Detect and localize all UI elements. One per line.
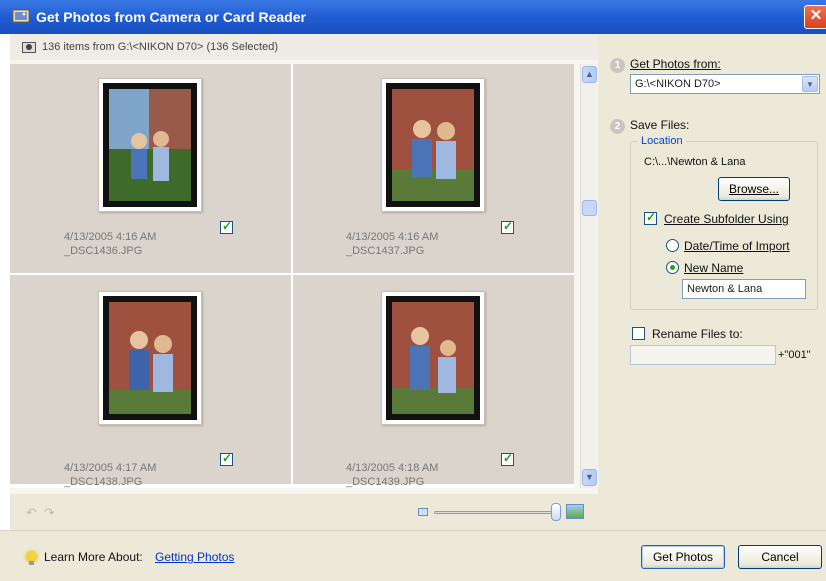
photo-select-checkbox[interactable] [501,451,514,466]
scroll-up-button[interactable]: ▲ [582,66,597,83]
date-time-label[interactable]: Date/Time of Import [684,239,790,253]
new-name-input[interactable]: Newton & Lana [682,279,806,299]
browse-button[interactable]: Browse... [718,177,790,201]
thumbnail-pane: 136 items from G:\<NIKON D70> (136 Selec… [10,34,598,530]
vertical-scrollbar[interactable]: ▲ ▼ [580,64,597,488]
photo-image [109,89,191,201]
thumbnail-cell[interactable]: 4/13/2005 4:16 AM _DSC1436.JPG [10,64,291,273]
step-2-badge: 2 [610,119,625,134]
cancel-button[interactable]: Cancel [738,545,822,569]
photo-image [392,89,474,201]
chevron-down-icon[interactable]: ▼ [802,76,818,92]
rotate-left-icon[interactable]: ↶ [26,506,40,520]
photo-thumbnail[interactable] [381,291,485,425]
small-thumbnail-icon[interactable] [418,508,428,516]
photo-date: 4/13/2005 4:16 AM [64,231,157,243]
photo-date: 4/13/2005 4:17 AM [64,462,157,474]
thumbnail-size-slider[interactable] [434,511,558,514]
rename-suffix: +"001" [778,349,811,361]
getting-photos-link[interactable]: Getting Photos [155,550,234,564]
app-icon [12,9,30,23]
new-name-radio[interactable] [666,261,679,274]
photo-select-checkbox[interactable] [220,219,233,234]
options-panel: 1 Get Photos from: G:\<NIKON D70> ▼ 2 Sa… [598,34,826,530]
photo-thumbnail[interactable] [98,78,202,212]
learn-more-label: Learn More About: [44,550,143,564]
camera-icon [22,42,36,53]
item-summary-bar: 136 items from G:\<NIKON D70> (136 Selec… [10,34,598,60]
scroll-down-button[interactable]: ▼ [582,469,597,486]
thumbnail-grid: 4/13/2005 4:16 AM _DSC1436.JPG 4/13/2005 [10,64,574,488]
save-files-label: Save Files: [630,118,690,132]
new-name-label[interactable]: New Name [684,261,743,275]
thumbnail-cell[interactable]: 4/13/2005 4:18 AM _DSC1439.JPG [293,275,574,488]
photo-date: 4/13/2005 4:16 AM [346,231,439,243]
photo-thumbnail[interactable] [381,78,485,212]
item-summary: 136 items from G:\<NIKON D70> (136 Selec… [42,41,278,53]
photo-select-checkbox[interactable] [501,219,514,234]
title-bar: Get Photos from Camera or Card Reader ✕ [0,0,826,34]
create-subfolder-label[interactable]: Create Subfolder Using [664,212,789,226]
browse-button-label: Browse... [728,182,779,196]
close-icon[interactable]: ✕ [804,5,826,29]
photo-filename: _DSC1437.JPG [346,245,425,257]
location-legend: Location [638,135,686,147]
thumbnail-size-slider-knob[interactable] [551,503,561,521]
get-photos-from-label: Get Photos from: [630,57,721,71]
photo-filename: _DSC1436.JPG [64,245,143,257]
scroll-thumb[interactable] [582,200,597,216]
photo-image [392,302,474,414]
large-thumbnail-icon[interactable] [566,504,584,519]
lightbulb-icon [26,551,37,565]
thumbnail-toolbar: ↶ ↷ [10,494,598,530]
rename-files-label[interactable]: Rename Files to: [652,327,743,341]
rename-files-checkbox[interactable] [632,327,645,340]
step-1-badge: 1 [610,58,625,73]
get-photos-button[interactable]: Get Photos [641,545,725,569]
location-path: C:\...\Newton & Lana [644,156,746,168]
photo-filename: _DSC1438.JPG [64,476,143,488]
thumbnail-cell[interactable]: 4/13/2005 4:17 AM _DSC1438.JPG [10,275,291,488]
rename-files-input[interactable] [630,345,776,365]
photo-select-checkbox[interactable] [220,451,233,466]
source-value: G:\<NIKON D70> [635,78,721,90]
window-title: Get Photos from Camera or Card Reader [36,9,306,25]
photo-thumbnail[interactable] [98,291,202,425]
photo-image [109,302,191,414]
create-subfolder-checkbox[interactable] [644,210,657,225]
thumbnail-cell[interactable]: 4/13/2005 4:16 AM _DSC1437.JPG [293,64,574,273]
photo-date: 4/13/2005 4:18 AM [346,462,439,474]
photo-filename: _DSC1439.JPG [346,476,425,488]
footer: Learn More About: Getting Photos Get Pho… [0,530,826,581]
date-time-radio[interactable] [666,239,679,252]
rotate-right-icon[interactable]: ↷ [44,506,58,520]
source-dropdown[interactable]: G:\<NIKON D70> ▼ [630,74,820,94]
